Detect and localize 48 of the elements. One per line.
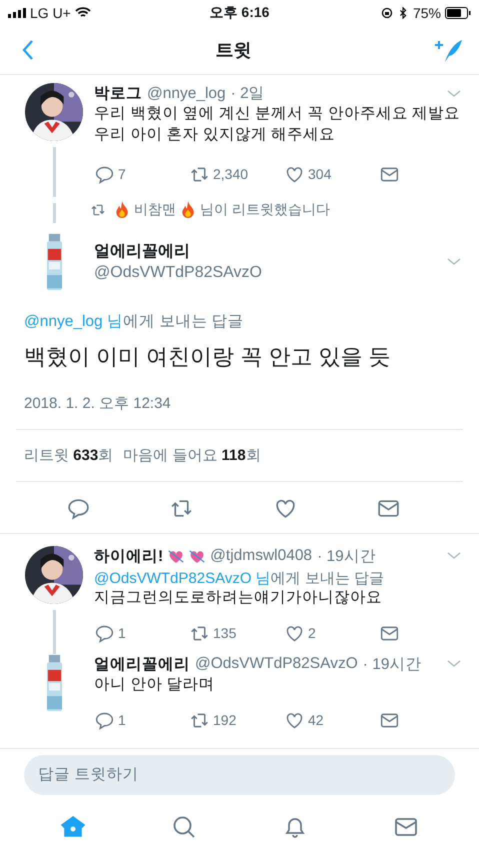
- status-time: 오후 6:16: [210, 4, 270, 22]
- retweet-notice: 님이 리트윗했습니다: [200, 200, 330, 219]
- retweet-count: 135: [213, 625, 236, 642]
- user-name[interactable]: 박로그: [94, 83, 142, 104]
- like-count: 304: [308, 166, 332, 182]
- retweet-count: 2,340: [213, 166, 248, 182]
- tweet-text: 우리 백혔이 옆에 계신 분께서 꼭 안아주세요 제발요: [94, 104, 461, 124]
- tweet-text: 우리 아이 혼자 있지않게 해주세요: [94, 124, 336, 145]
- tweet-time: · 2일: [230, 84, 265, 104]
- reply-to-text: @nnye_log 님에게 보내는 답글: [23, 312, 245, 332]
- user-name[interactable]: 얼에리꼴에리: [94, 241, 447, 262]
- battery-icon: [444, 7, 471, 19]
- user-handle: @OdsVWTdP82SAvzO: [195, 655, 358, 674]
- signal-icon: [8, 8, 26, 18]
- retweet-icon: [90, 202, 106, 218]
- stat-text[interactable]: 리트윗 633회: [24, 446, 114, 465]
- battery-percent: 75%: [412, 5, 441, 21]
- envelope-icon: [394, 815, 418, 839]
- carrier-name: LG U+: [30, 5, 71, 21]
- user-name[interactable]: 얼에리꼴에리: [94, 654, 190, 675]
- back-icon[interactable]: [22, 39, 34, 61]
- compose-icon[interactable]: [433, 37, 463, 63]
- retweet-count: 192: [213, 712, 236, 728]
- tweet-text: 지금그런의도로하려는얘기가아니잖아요: [94, 588, 383, 608]
- tweet-time: · 19시간: [317, 546, 376, 567]
- reply-count: 1: [118, 712, 126, 728]
- reply-count: 7: [118, 166, 126, 182]
- user-handle: @nnye_log: [147, 84, 226, 102]
- stat-text[interactable]: 마음에 들어요 118회: [123, 446, 261, 465]
- reply-field[interactable]: 답글 트윗하기: [24, 755, 455, 795]
- tweet-timestamp: 2018. 1. 2. 오후 12:34: [16, 372, 463, 430]
- user-name[interactable]: 하이에리!: [94, 546, 164, 567]
- page-title: 트윗: [216, 39, 252, 62]
- like-count: 2: [308, 625, 316, 642]
- tweet-text: 백혔이 이미 여친이랑 꼭 안고 있을 듯: [23, 342, 392, 371]
- home-icon: [61, 815, 86, 839]
- reply-to-text: @OdsVWTdP82SAvzO 님에게 보내는 답글: [94, 568, 386, 588]
- user-handle: @OdsVWTdP82SAvzO: [94, 264, 263, 282]
- tweet-text: 아니 안아 달라며: [94, 674, 216, 695]
- retweeter-name[interactable]: 비참맨: [134, 200, 176, 219]
- reply-count: 1: [118, 625, 126, 642]
- bell-icon: [282, 815, 307, 839]
- tweet-time: · 19시간: [362, 654, 422, 675]
- rotation-lock-icon: [380, 7, 393, 19]
- user-handle: @tjdmswl0408: [210, 547, 312, 566]
- search-icon: [172, 815, 196, 839]
- like-count: 42: [308, 712, 324, 728]
- wifi-icon: [74, 7, 91, 19]
